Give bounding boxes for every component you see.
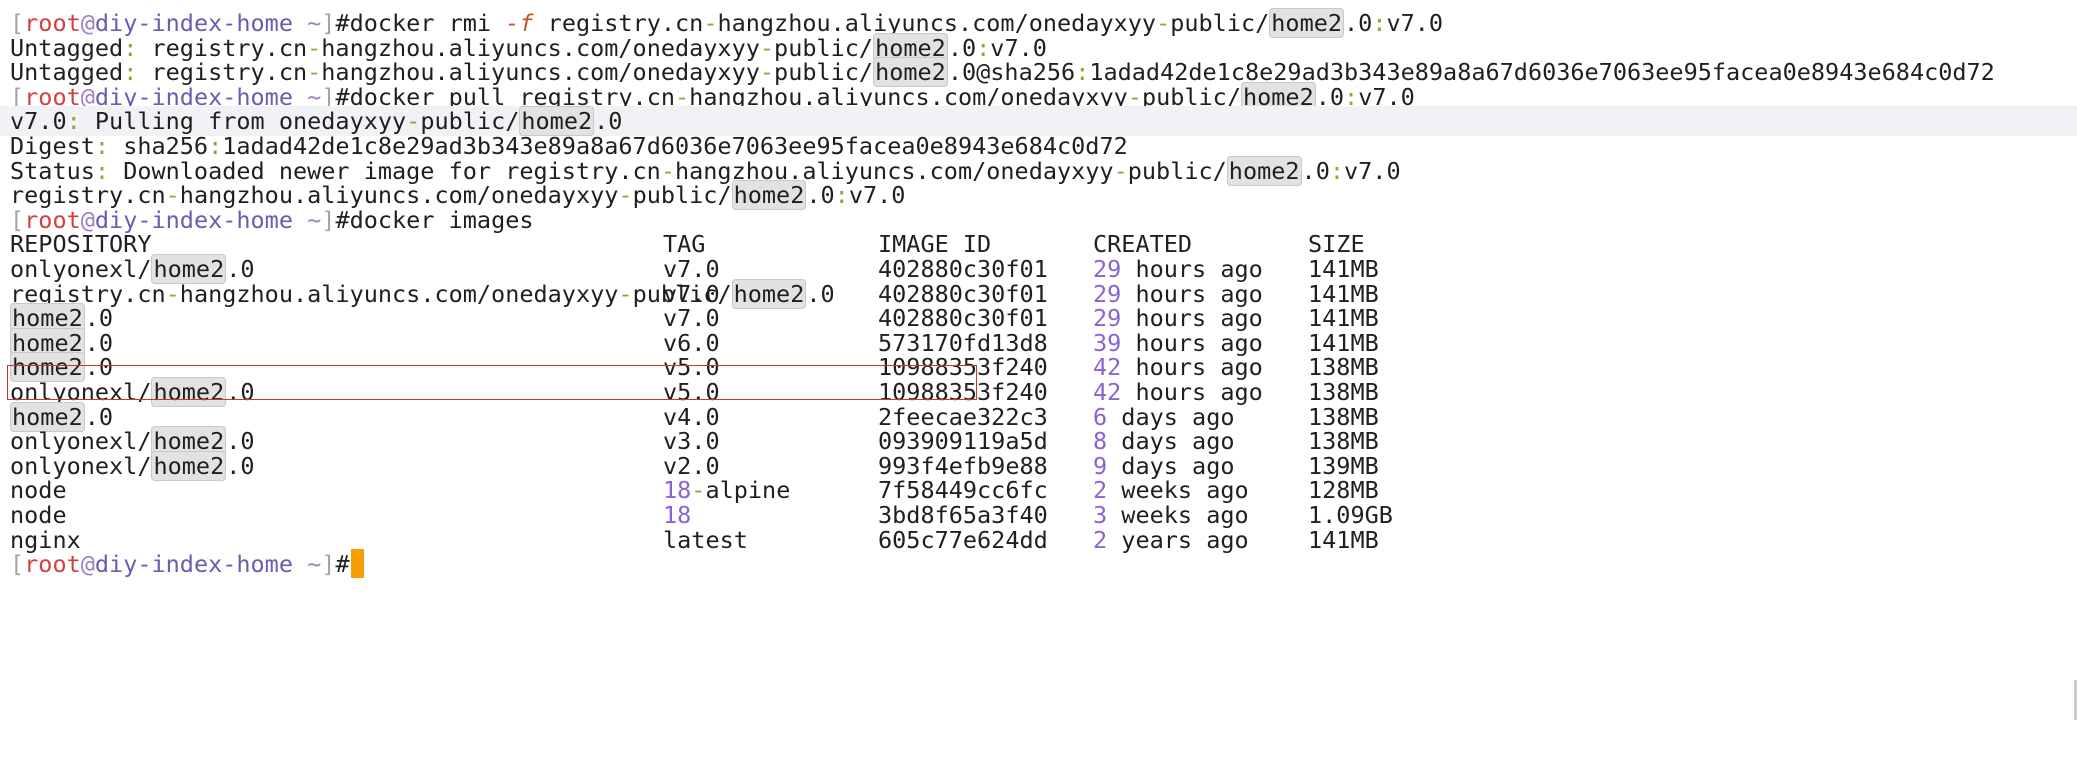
output-text: years ago	[1107, 525, 1249, 554]
prompt-at: @	[80, 550, 95, 579]
output-text: public/	[1127, 156, 1227, 185]
output-text: v7.0	[1386, 9, 1444, 37]
output-text: latest	[663, 525, 748, 554]
prompt-user: root	[24, 550, 81, 579]
cursor-block[interactable]	[350, 549, 364, 579]
selection-box	[7, 365, 977, 400]
search-match: home2	[1226, 155, 1302, 186]
shell-prompt: [root@diy-index-home ~]#	[10, 550, 350, 578]
prompt-close: ]	[321, 550, 336, 579]
prompt-tilde: ~	[292, 205, 322, 234]
search-match: home2	[1269, 8, 1345, 38]
output-text: 605c77e624dd	[878, 525, 1048, 554]
prompt-close: ]	[321, 205, 336, 234]
output-text: .0	[1301, 156, 1330, 185]
prompt-host: diy-index-home	[94, 550, 293, 579]
prompt-tilde: ~	[292, 550, 322, 579]
table-cell: latest	[663, 525, 748, 555]
prompt-hash: #	[335, 205, 350, 234]
output-text: 2	[1093, 525, 1108, 554]
output-text: hangzhou.aliyuncs.com/onedayxyy	[179, 279, 619, 308]
output-text: -	[165, 279, 180, 308]
output-text: v7.0	[1344, 156, 1401, 185]
search-match: home2	[731, 180, 807, 211]
output-text: public/	[632, 181, 732, 210]
output-text: .0	[1344, 9, 1373, 37]
output-text: v7.0	[848, 181, 906, 210]
table-cell: 605c77e624dd	[878, 525, 1048, 555]
output-text: :	[1372, 9, 1387, 37]
output-text: :	[834, 181, 849, 210]
output-text: .0	[806, 181, 835, 210]
output-text: .0	[226, 451, 255, 480]
search-match: home2	[151, 450, 227, 481]
prompt-open: [	[10, 550, 25, 579]
output-text: public/	[1170, 9, 1270, 37]
table-cell: 2 years ago	[1093, 525, 1249, 555]
output-text: -	[1156, 9, 1171, 37]
table-cell: 141MB	[1308, 525, 1379, 555]
output-text: -	[1113, 156, 1128, 185]
output-text: .0	[806, 279, 835, 308]
output-text: alpine	[705, 476, 791, 505]
command-line: [root@diy-index-home ~]#	[10, 549, 364, 579]
terminal-window[interactable]: [root@diy-index-home ~]#docker rmi -f re…	[0, 0, 2077, 769]
prompt-hash: #	[335, 550, 350, 579]
search-match: home2	[731, 278, 807, 309]
output-text: 141MB	[1308, 525, 1379, 554]
output-text: -	[618, 181, 633, 210]
output-text: -	[691, 476, 706, 505]
output-text: docker images	[349, 205, 534, 234]
output-text: -	[618, 279, 633, 308]
output-text: :	[1329, 156, 1344, 185]
